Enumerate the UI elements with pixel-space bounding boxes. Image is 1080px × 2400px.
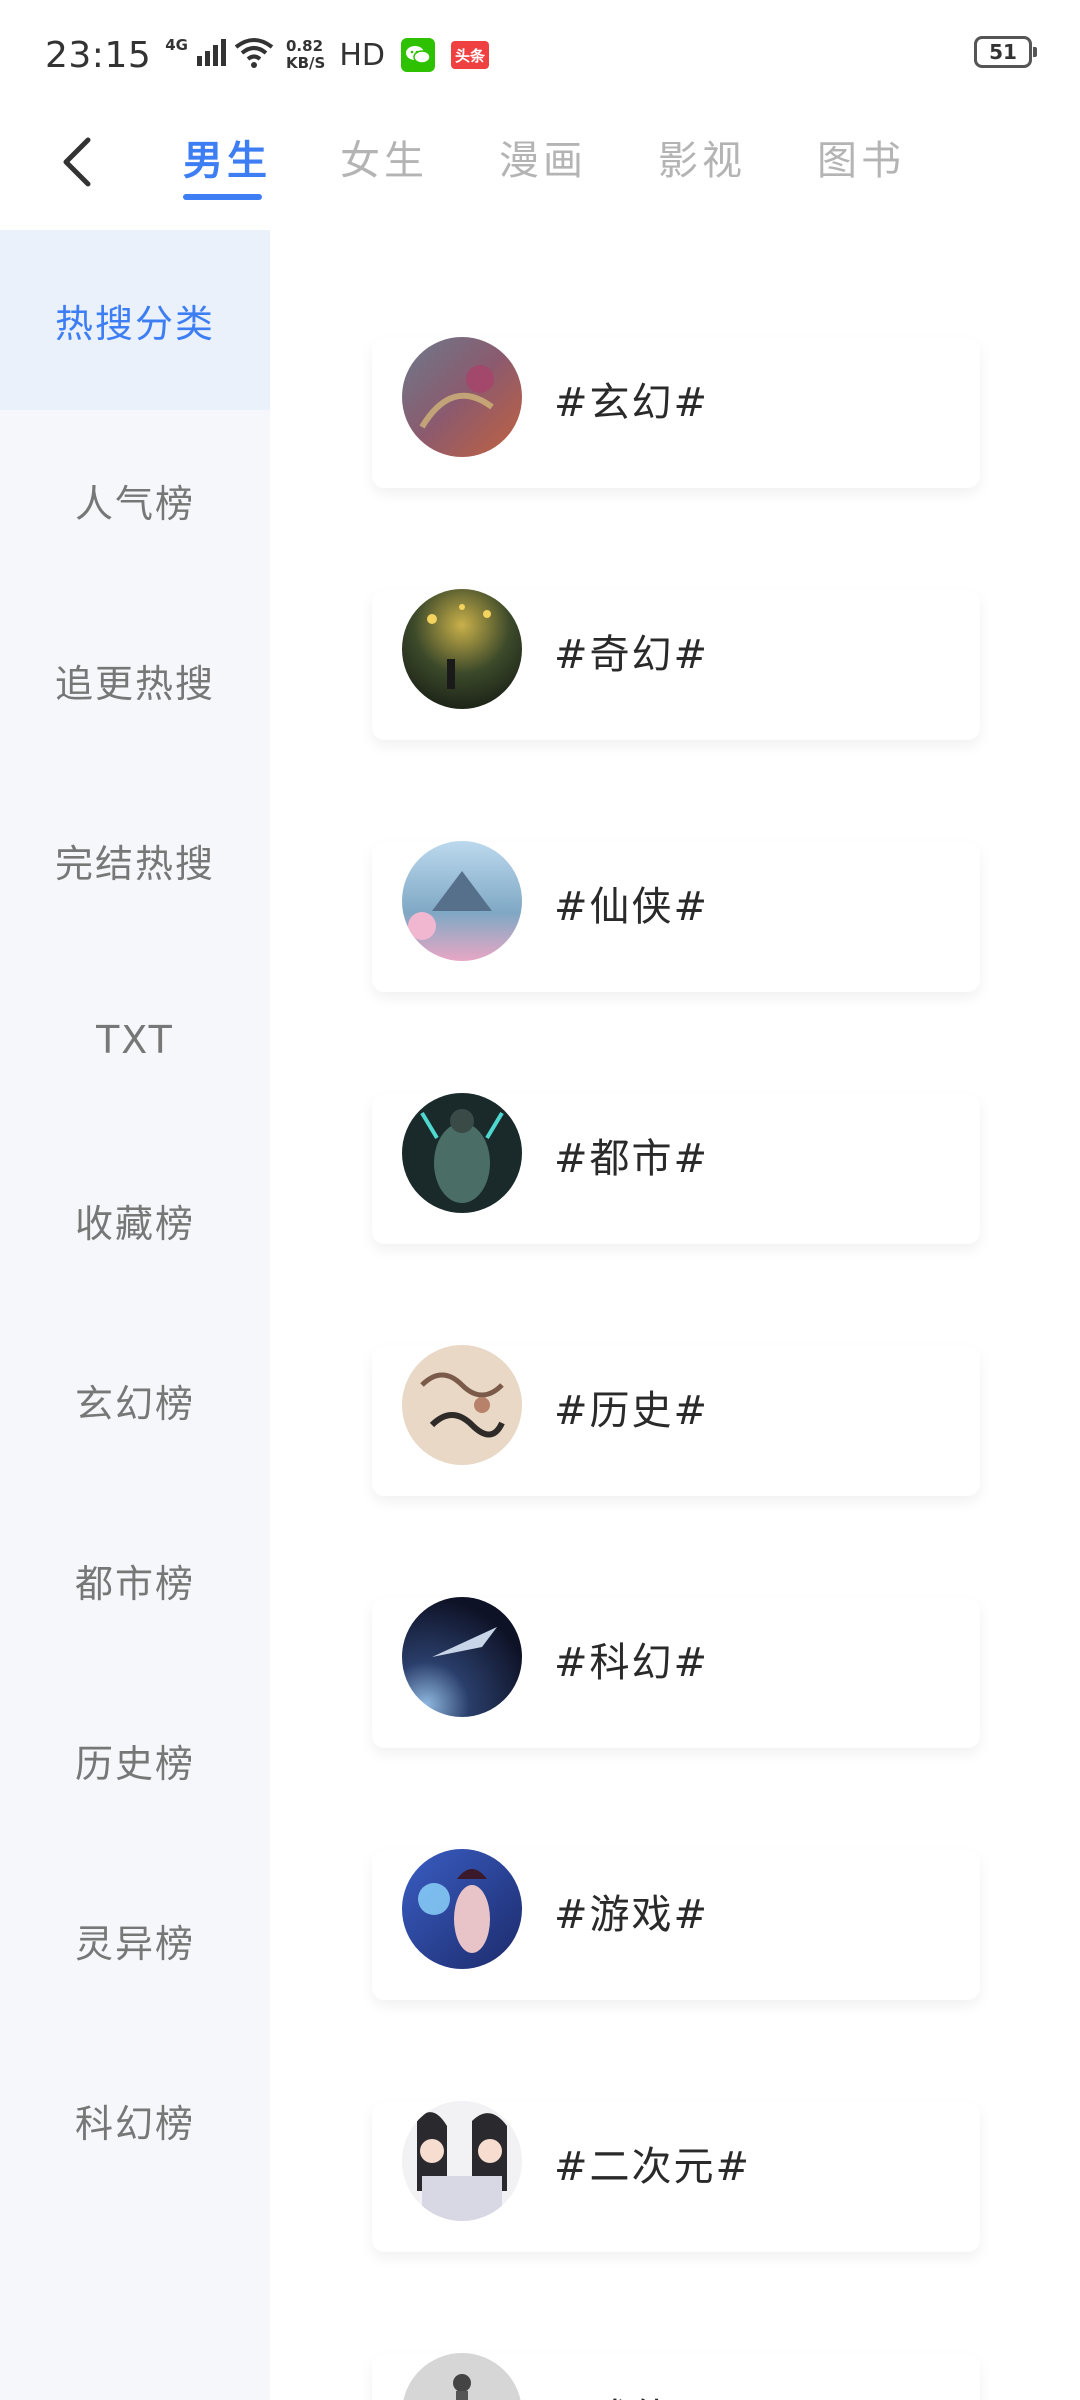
status-time: 23:15 xyxy=(45,34,152,76)
back-button[interactable] xyxy=(48,132,108,192)
tab-comics[interactable]: 漫画 xyxy=(499,128,587,186)
category-avatar xyxy=(402,841,522,961)
speed-value: 0.82 xyxy=(286,37,324,55)
category-label: #游戏# xyxy=(554,1892,710,1938)
toutiao-icon: 头条 xyxy=(451,41,490,69)
category-label: #仙侠# xyxy=(554,884,710,930)
sidebar-item-completed-hot[interactable]: 完结热搜 xyxy=(0,770,270,950)
category-avatar xyxy=(402,1597,522,1717)
sidebar-item-history[interactable]: 历史榜 xyxy=(0,1670,270,1850)
status-bar: 23:15 4G 0.82 KB/S HD 头条 51 xyxy=(0,0,1080,110)
category-avatar xyxy=(402,1345,522,1465)
sidebar-item-popular[interactable]: 人气榜 xyxy=(0,410,270,590)
category-label: #历史# xyxy=(554,1388,710,1434)
network-speed: 0.82 KB/S xyxy=(286,38,325,72)
wifi-icon xyxy=(234,37,274,73)
tab-books[interactable]: 图书 xyxy=(817,128,905,186)
category-list: #玄幻# #奇幻# #仙侠# #都市# #历史# #科幻# #游戏# #二次元# xyxy=(270,230,1080,2400)
tab-film[interactable]: 影视 xyxy=(658,128,746,186)
category-avatar xyxy=(402,1093,522,1213)
signal-icon xyxy=(196,38,226,72)
sidebar-item-favorites[interactable]: 收藏榜 xyxy=(0,1130,270,1310)
sidebar-item-following-hot[interactable]: 追更热搜 xyxy=(0,590,270,770)
category-label: #玄幻# xyxy=(554,380,710,426)
network-type: 4G xyxy=(165,35,188,54)
tab-male[interactable]: 男生 xyxy=(183,128,271,186)
battery-level: 51 xyxy=(989,40,1017,64)
category-label: #都市# xyxy=(554,1136,710,1182)
battery-icon: 51 xyxy=(974,36,1037,68)
sidebar-item-fantasy[interactable]: 玄幻榜 xyxy=(0,1310,270,1490)
speed-unit: KB/S xyxy=(286,54,326,72)
tab-indicator xyxy=(183,194,262,200)
sidebar-item-hot-categories[interactable]: 热搜分类 xyxy=(0,230,270,410)
sidebar-item-txt[interactable]: TXT xyxy=(0,950,270,1130)
hd-indicator: HD xyxy=(339,37,386,73)
sidebar: 热搜分类 人气榜 追更热搜 完结热搜 TXT 收藏榜 玄幻榜 都市榜 历史榜 灵… xyxy=(0,230,270,2400)
category-label: #武侠# xyxy=(554,2386,709,2400)
category-avatar xyxy=(402,589,522,709)
sidebar-item-scifi[interactable]: 科幻榜 xyxy=(0,2030,270,2210)
status-icons: 4G 0.82 KB/S HD 头条 xyxy=(165,35,490,73)
sidebar-item-supernatural[interactable]: 灵异榜 xyxy=(0,1850,270,2030)
header: 男生 女生 漫画 影视 图书 xyxy=(0,110,1080,230)
sidebar-item-urban[interactable]: 都市榜 xyxy=(0,1490,270,1670)
wechat-icon xyxy=(401,38,436,72)
tab-female[interactable]: 女生 xyxy=(340,128,428,186)
category-label: #二次元# xyxy=(554,2144,752,2190)
category-label: #奇幻# xyxy=(554,632,710,678)
chevron-left-icon xyxy=(63,137,91,187)
category-avatar xyxy=(402,2101,522,2221)
category-avatar xyxy=(402,337,522,457)
category-avatar xyxy=(402,1849,522,1969)
category-label: #科幻# xyxy=(554,1640,710,1686)
